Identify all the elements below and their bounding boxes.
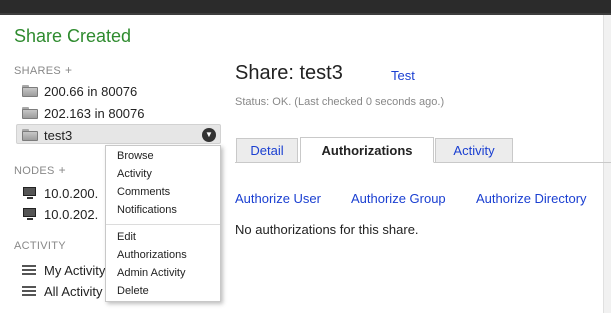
- activity-heading: ACTIVITY: [14, 240, 66, 252]
- menu-item-delete[interactable]: Delete: [117, 285, 149, 297]
- share-title: Share: test3: [235, 62, 343, 84]
- page-title: Share Created: [14, 26, 132, 46]
- sidebar-item-label: 200.66 in 80076: [44, 83, 138, 99]
- tab-detail[interactable]: Detail: [236, 138, 298, 163]
- sidebar-item-label: My Activity: [44, 262, 106, 278]
- folder-icon: [22, 106, 39, 120]
- nodes-heading-label: NODES: [14, 165, 55, 177]
- tab-activity[interactable]: Activity: [435, 138, 513, 163]
- scrollbar[interactable]: [603, 15, 611, 313]
- sidebar-item-label: 10.0.202.: [44, 206, 99, 222]
- sidebar-item-label: 202.163 in 80076: [44, 105, 145, 121]
- sidebar-item-share[interactable]: 202.163 in 80076: [22, 104, 144, 122]
- list-icon: [22, 263, 39, 277]
- folder-icon: [22, 128, 39, 142]
- add-share-button[interactable]: +: [65, 63, 72, 77]
- share-name-link[interactable]: Test: [391, 68, 415, 83]
- shares-heading-label: SHARES: [14, 65, 62, 77]
- folder-icon: [22, 84, 39, 98]
- sidebar-item-label: test3: [44, 127, 73, 143]
- menu-item-edit[interactable]: Edit: [117, 231, 136, 243]
- menu-divider: [106, 224, 220, 225]
- top-bar: [0, 0, 611, 15]
- status-text: Status: OK. (Last checked 0 seconds ago.…: [235, 96, 445, 108]
- menu-item-authorizations[interactable]: Authorizations: [117, 249, 187, 261]
- authorize-group-link[interactable]: Authorize Group: [351, 191, 446, 206]
- shares-heading: SHARES +: [14, 63, 72, 77]
- share-context-menu: Browse Activity Comments Notifications E…: [105, 145, 221, 302]
- monitor-icon: [22, 207, 39, 221]
- sidebar-item-label: All Activity: [44, 283, 103, 299]
- nodes-heading: NODES +: [14, 163, 66, 177]
- list-icon: [22, 284, 39, 298]
- sidebar-item-my-activity[interactable]: My Activity: [22, 261, 105, 279]
- menu-item-admin-activity[interactable]: Admin Activity: [117, 267, 185, 279]
- menu-item-comments[interactable]: Comments: [117, 186, 170, 198]
- authorize-directory-link[interactable]: Authorize Directory: [476, 191, 587, 206]
- monitor-icon: [22, 186, 39, 200]
- chevron-down-icon[interactable]: ▼: [202, 128, 216, 142]
- sidebar-item-node[interactable]: 10.0.202.: [22, 205, 98, 223]
- menu-item-activity[interactable]: Activity: [117, 168, 152, 180]
- sidebar-item-all-activity[interactable]: All Activity: [22, 282, 103, 300]
- sidebar-item-label: 10.0.200.: [44, 185, 99, 201]
- sidebar-item-share-test3[interactable]: test3: [22, 126, 72, 144]
- sidebar-item-node[interactable]: 10.0.200.: [22, 184, 98, 202]
- sidebar-item-share[interactable]: 200.66 in 80076: [22, 82, 137, 100]
- authorize-user-link[interactable]: Authorize User: [235, 191, 321, 206]
- add-node-button[interactable]: +: [59, 163, 66, 177]
- menu-item-browse[interactable]: Browse: [117, 150, 154, 162]
- menu-item-notifications[interactable]: Notifications: [117, 204, 177, 216]
- tab-authorizations[interactable]: Authorizations: [300, 137, 434, 163]
- empty-message: No authorizations for this share.: [235, 222, 419, 237]
